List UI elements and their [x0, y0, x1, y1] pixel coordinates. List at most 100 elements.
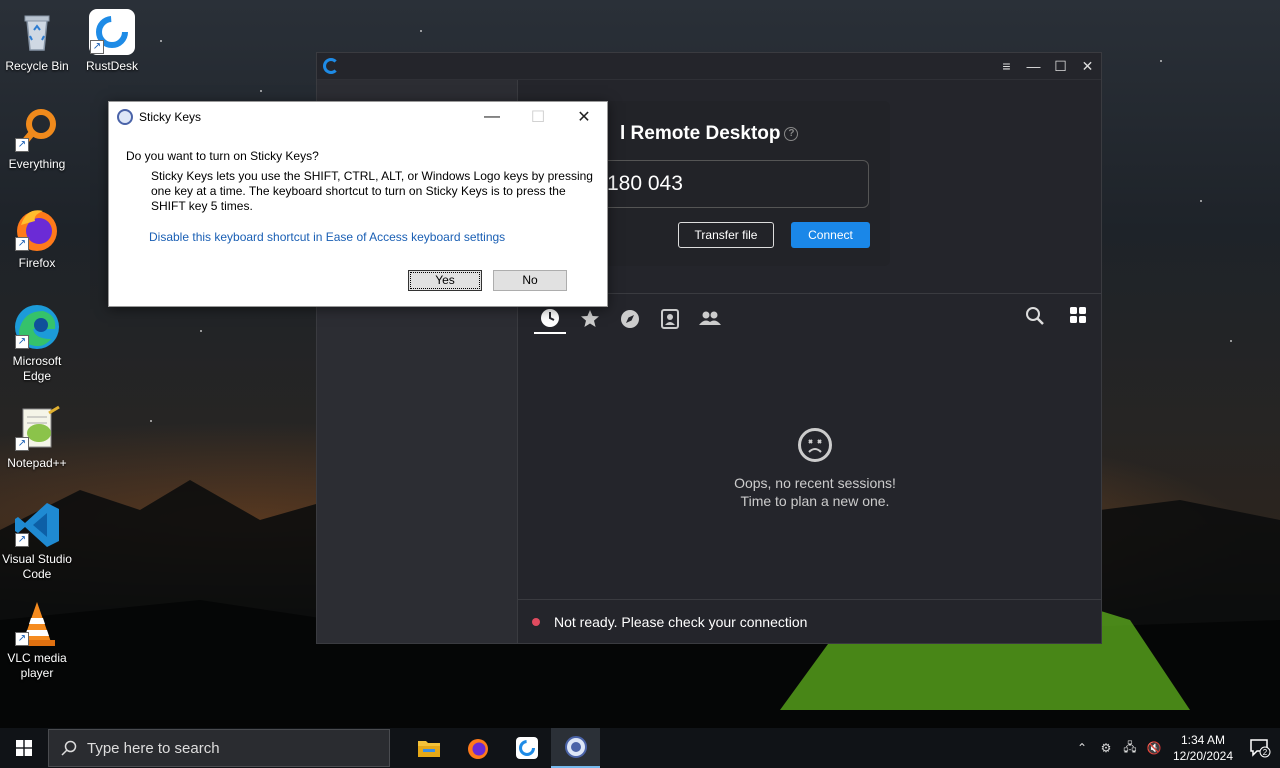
search-icon[interactable]	[1025, 306, 1045, 326]
taskbar-search-box[interactable]: Type here to search	[48, 729, 390, 767]
disable-shortcut-link[interactable]: Disable this keyboard shortcut in Ease o…	[149, 230, 505, 244]
status-text: Not ready. Please check your connection	[554, 613, 808, 630]
tab-address-book[interactable]	[654, 304, 686, 334]
address-book-icon	[661, 309, 679, 329]
star	[200, 330, 202, 332]
search-placeholder: Type here to search	[87, 739, 220, 757]
firefox-icon: ↗	[13, 205, 61, 253]
minimize-button[interactable]: —	[1020, 53, 1047, 80]
empty-message-line: Time to plan a new one.	[740, 493, 890, 509]
desktop-icon-label: Microsoft Edge	[12, 354, 62, 383]
tab-favorites[interactable]	[574, 304, 606, 334]
star	[1160, 60, 1162, 62]
notification-count: 2	[1263, 748, 1268, 757]
star	[1200, 200, 1202, 202]
taskbar-ease-of-access[interactable]	[551, 728, 600, 768]
network-icon[interactable]: 🖧	[1118, 738, 1142, 759]
shortcut-arrow-icon: ↗	[15, 335, 29, 349]
folder-icon	[417, 741, 440, 757]
taskbar-rustdesk[interactable]	[502, 728, 551, 768]
desktop-icon-label: Notepad++	[7, 456, 67, 470]
taskbar-firefox[interactable]	[453, 728, 502, 768]
help-icon[interactable]: ?	[784, 126, 799, 141]
search-icon	[61, 740, 77, 756]
remote-id-input[interactable]: 180 043	[580, 160, 869, 208]
desktop-icon-notepad-plus-plus[interactable]: ↗ Notepad++	[0, 405, 74, 471]
star-icon	[581, 310, 599, 327]
sad-face-icon	[798, 428, 832, 462]
system-tray: ⌃ ⚙ 🖧 🔇 1:34 AM 12/20/2024 2	[1070, 728, 1280, 768]
status-dot-icon	[532, 617, 540, 626]
close-button[interactable]: ✕	[561, 102, 607, 131]
desktop-icon-label: RustDesk	[85, 59, 138, 73]
windows-logo-icon	[16, 740, 32, 756]
rustdesk-icon	[515, 737, 538, 759]
vscode-icon: ↗	[13, 501, 61, 549]
start-button[interactable]	[0, 728, 48, 768]
desktop-icon-everything[interactable]: ↗ Everything	[0, 106, 74, 172]
desktop-icon-edge[interactable]: ↗ Microsoft Edge	[0, 303, 74, 384]
star	[1230, 340, 1232, 342]
taskbar-file-explorer[interactable]	[404, 728, 453, 768]
grid-view-icon[interactable]	[1069, 306, 1087, 324]
desktop-icon-recycle-bin[interactable]: Recycle Bin	[0, 8, 74, 74]
dialog-question: Do you want to turn on Sticky Keys?	[126, 149, 319, 163]
shortcut-arrow-icon: ↗	[90, 40, 104, 54]
tab-recent[interactable]	[534, 304, 566, 334]
notification-center-icon[interactable]: 2	[1240, 738, 1280, 758]
shortcut-arrow-icon: ↗	[15, 237, 29, 251]
rustdesk-logo-icon	[323, 58, 339, 74]
empty-message-line: Oops, no recent sessions!	[734, 475, 896, 491]
recycle-bin-icon	[13, 8, 61, 56]
people-icon	[699, 311, 721, 325]
chevron-up-icon[interactable]: ⌃	[1070, 741, 1094, 755]
rustdesk-titlebar[interactable]: ≡ — ☐ ✕	[317, 53, 1101, 80]
dialog-description: Sticky Keys lets you use the SHIFT, CTRL…	[151, 169, 593, 213]
maximize-button: ☐	[530, 108, 546, 126]
desktop-icon-firefox[interactable]: ↗ Firefox	[0, 205, 74, 271]
yes-button[interactable]: Yes	[408, 270, 482, 291]
desktop-icon-label: Firefox	[18, 256, 56, 270]
desktop-icon-rustdesk[interactable]: ↗ RustDesk	[75, 8, 149, 74]
close-button[interactable]: ✕	[1074, 53, 1101, 80]
sessions-panel: Oops, no recent sessions! Time to plan a…	[518, 293, 1101, 599]
connect-button[interactable]: Connect	[791, 222, 870, 248]
compass-icon	[621, 310, 639, 328]
status-bar: Not ready. Please check your connection	[518, 599, 1101, 643]
clock[interactable]: 1:34 AM 12/20/2024	[1166, 732, 1240, 764]
dialog-titlebar[interactable]: Sticky Keys — ☐ ✕	[109, 102, 607, 131]
remote-desktop-card: l Remote Desktop? 180 043 Transfer file …	[580, 101, 890, 266]
desktop-icon-vlc[interactable]: ↗ VLC media player	[0, 600, 74, 681]
shortcut-arrow-icon: ↗	[15, 138, 29, 152]
edge-icon: ↗	[13, 303, 61, 351]
everything-search-icon: ↗	[13, 106, 61, 154]
tab-discovered[interactable]	[614, 304, 646, 334]
clock-icon	[541, 309, 559, 327]
tab-group[interactable]	[694, 304, 726, 334]
desktop-icon-label: Recycle Bin	[5, 59, 69, 73]
volume-muted-icon[interactable]: 🔇	[1142, 741, 1166, 755]
desktop-icon-vscode[interactable]: ↗ Visual Studio Code	[0, 501, 74, 582]
desktop-icon-label: Visual Studio Code	[2, 552, 72, 581]
shortcut-arrow-icon: ↗	[15, 437, 29, 451]
ease-of-access-icon	[117, 108, 133, 125]
transfer-file-button[interactable]: Transfer file	[678, 222, 774, 248]
ease-of-access-tray-icon[interactable]: ⚙	[1094, 741, 1118, 755]
star	[150, 420, 152, 422]
desktop-icon-label: Everything	[8, 157, 66, 171]
minimize-button[interactable]: —	[469, 102, 515, 131]
firefox-icon	[467, 739, 488, 759]
notepad-plus-plus-icon: ↗	[13, 405, 61, 453]
star	[260, 90, 262, 92]
rustdesk-icon: ↗	[88, 8, 136, 56]
dialog-title: Sticky Keys	[139, 109, 202, 124]
empty-sessions-message: Oops, no recent sessions! Time to plan a…	[698, 474, 932, 510]
menu-icon[interactable]: ≡	[993, 53, 1020, 80]
clock-date: 12/20/2024	[1172, 749, 1234, 763]
no-button[interactable]: No	[493, 270, 567, 291]
taskbar: Type here to search ⌃ ⚙ 🖧 🔇 1:34 AM 12/2…	[0, 728, 1280, 768]
card-title: l Remote Desktop?	[620, 123, 799, 145]
sticky-keys-dialog: Sticky Keys — ☐ ✕ Do you want to turn on…	[108, 101, 608, 307]
desktop-icon-label: VLC media player	[7, 651, 67, 680]
maximize-button[interactable]: ☐	[1047, 53, 1074, 80]
